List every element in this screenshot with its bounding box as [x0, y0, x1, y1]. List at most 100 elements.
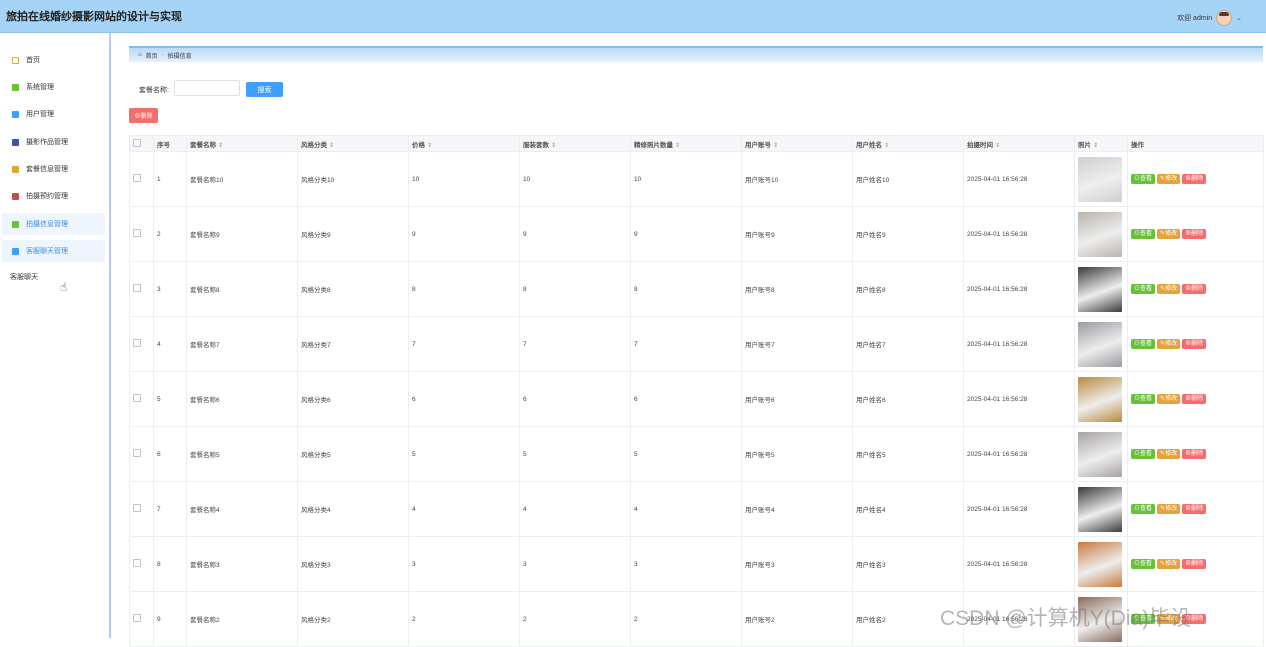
batch-delete-button[interactable]: ⊗删除 — [129, 108, 158, 123]
sidebar-item-booking[interactable]: 拍摄预约管理 — [2, 185, 105, 207]
view-button[interactable]: ⊙查看 — [1131, 174, 1156, 184]
cell-photos: 6 — [630, 371, 742, 427]
home-icon[interactable]: ⌂ — [138, 52, 142, 58]
delete-button[interactable]: ⊗删除 — [1182, 394, 1207, 404]
sidebar-item-chat[interactable]: 客服聊天管理 — [2, 240, 105, 262]
column-header[interactable]: 价格 ⇕ — [408, 135, 520, 152]
wedding-photo[interactable] — [1078, 211, 1122, 257]
sidebar: 首页 系统管理 用户管理 摄影作品管理 套餐信息管理 拍摄预约管理 拍摄信息管理… — [0, 33, 111, 638]
edit-button[interactable]: ✎修改 — [1157, 504, 1181, 514]
cell-outfits: 6 — [519, 371, 631, 427]
cell-no: 2 — [153, 206, 187, 262]
sidebar-item-chat-link[interactable]: 客服聊天 — [10, 272, 38, 282]
delete-button[interactable]: ⊗删除 — [1182, 449, 1207, 459]
wedding-photo[interactable] — [1078, 376, 1122, 422]
search-input[interactable] — [174, 80, 240, 96]
shoot-info-icon — [12, 220, 19, 228]
column-header[interactable]: 套餐名称 ⇕ — [186, 135, 298, 152]
cell-account: 用户账号8 — [741, 261, 853, 317]
row-checkbox[interactable] — [129, 426, 154, 482]
column-header[interactable]: 用户姓名 ⇕ — [852, 135, 964, 152]
cell-account: 用户账号3 — [741, 536, 853, 592]
wedding-photo[interactable] — [1078, 431, 1122, 477]
cell-price: 4 — [408, 481, 520, 537]
sidebar-item-package[interactable]: 套餐信息管理 — [2, 158, 105, 180]
sort-icon: ⇕ — [675, 142, 681, 149]
cell-username: 用户姓名7 — [852, 316, 964, 372]
sidebar-item-system[interactable]: 系统管理 — [2, 76, 105, 98]
cell-outfits: 4 — [519, 481, 631, 537]
delete-button[interactable]: ⊗删除 — [1182, 559, 1207, 569]
sidebar-item-works[interactable]: 摄影作品管理 — [2, 131, 105, 153]
delete-button[interactable]: ⊗删除 — [1182, 174, 1207, 184]
app-title: 旅拍在线婚纱摄影网站的设计与实现 — [6, 11, 182, 23]
photo-cell — [1074, 261, 1128, 317]
cell-price: 10 — [408, 151, 520, 207]
edit-button[interactable]: ✎修改 — [1157, 559, 1181, 569]
cell-style: 风格分类5 — [297, 426, 409, 482]
cell-name: 套餐名称4 — [186, 481, 298, 537]
sidebar-item-home[interactable]: 首页 — [2, 49, 105, 71]
view-button[interactable]: ⊙查看 — [1131, 394, 1156, 404]
cell-no: 7 — [153, 481, 187, 537]
search-button[interactable]: 搜索 — [246, 82, 283, 97]
edit-button[interactable]: ✎修改 — [1157, 394, 1181, 404]
view-button[interactable]: ⊙查看 — [1131, 449, 1156, 459]
top-bar: 旅拍在线婚纱摄影网站的设计与实现 欢迎 admin ⌄ — [0, 0, 1266, 33]
wedding-photo[interactable] — [1078, 486, 1122, 532]
chevron-down-icon[interactable]: ⌄ — [1236, 14, 1242, 22]
cell-username: 用户姓名9 — [852, 206, 964, 262]
delete-button[interactable]: ⊗删除 — [1182, 229, 1207, 239]
breadcrumb-home[interactable]: 首页 — [146, 51, 158, 60]
row-checkbox[interactable] — [129, 206, 154, 262]
row-checkbox[interactable] — [129, 536, 154, 592]
wedding-photo[interactable] — [1078, 541, 1122, 587]
sidebar-item-shoot-info[interactable]: 拍摄信息管理 — [2, 213, 105, 235]
sort-icon: ⇕ — [329, 142, 335, 149]
view-button[interactable]: ⊙查看 — [1131, 504, 1156, 514]
user-menu[interactable]: 欢迎 admin ⌄ — [1177, 10, 1242, 26]
edit-button[interactable]: ✎修改 — [1157, 229, 1181, 239]
delete-button[interactable]: ⊗删除 — [1182, 504, 1207, 514]
column-header[interactable]: 用户账号 ⇕ — [741, 135, 853, 152]
photo-cell — [1074, 206, 1128, 262]
column-header[interactable]: 风格分类 ⇕ — [297, 135, 409, 152]
view-button[interactable]: ⊙查看 — [1131, 229, 1156, 239]
view-button[interactable]: ⊙查看 — [1131, 339, 1156, 349]
edit-button[interactable]: ✎修改 — [1157, 339, 1181, 349]
column-header[interactable]: 照片 ⇕ — [1074, 135, 1128, 152]
cell-price: 5 — [408, 426, 520, 482]
row-checkbox[interactable] — [129, 316, 154, 372]
sidebar-item-users[interactable]: 用户管理 — [2, 103, 105, 125]
column-header: 序号 — [153, 135, 187, 152]
column-header[interactable]: 精修照片数量 ⇕ — [630, 135, 742, 152]
cell-name: 套餐名称9 — [186, 206, 298, 262]
row-checkbox[interactable] — [129, 591, 154, 647]
edit-button[interactable]: ✎修改 — [1157, 174, 1181, 184]
delete-button[interactable]: ⊗删除 — [1182, 339, 1207, 349]
sort-icon: ⇕ — [218, 142, 224, 149]
column-header[interactable]: 拍摄时间 ⇕ — [963, 135, 1075, 152]
row-checkbox[interactable] — [129, 151, 154, 207]
sidebar-item-label: 首页 — [26, 57, 40, 64]
row-checkbox[interactable] — [129, 261, 154, 317]
edit-button[interactable]: ✎修改 — [1157, 449, 1181, 459]
view-button[interactable]: ⊙查看 — [1131, 559, 1156, 569]
avatar[interactable] — [1216, 10, 1233, 26]
column-header[interactable]: 服装套数 ⇕ — [519, 135, 631, 152]
delete-button[interactable]: ⊗删除 — [1182, 284, 1207, 294]
wedding-photo[interactable] — [1078, 321, 1122, 367]
wedding-photo[interactable] — [1078, 156, 1122, 202]
view-button[interactable]: ⊙查看 — [1131, 284, 1156, 294]
row-checkbox[interactable] — [129, 371, 154, 427]
actions-cell: ⊙查看 ✎修改 ⊗删除 — [1127, 316, 1264, 372]
cell-style: 风格分类8 — [297, 261, 409, 317]
select-all-checkbox[interactable] — [129, 135, 154, 152]
row-checkbox[interactable] — [129, 481, 154, 537]
sort-icon: ⇕ — [551, 142, 557, 149]
wedding-photo[interactable] — [1078, 266, 1122, 312]
edit-button[interactable]: ✎修改 — [1157, 284, 1181, 294]
breadcrumb-current: 拍摄信息 — [167, 53, 192, 60]
table-row: 8 套餐名称3 风格分类3 3 3 3 用户账号3 用户姓名3 2025-04-01 16:56… — [129, 536, 1264, 592]
cell-no: 4 — [153, 316, 187, 372]
